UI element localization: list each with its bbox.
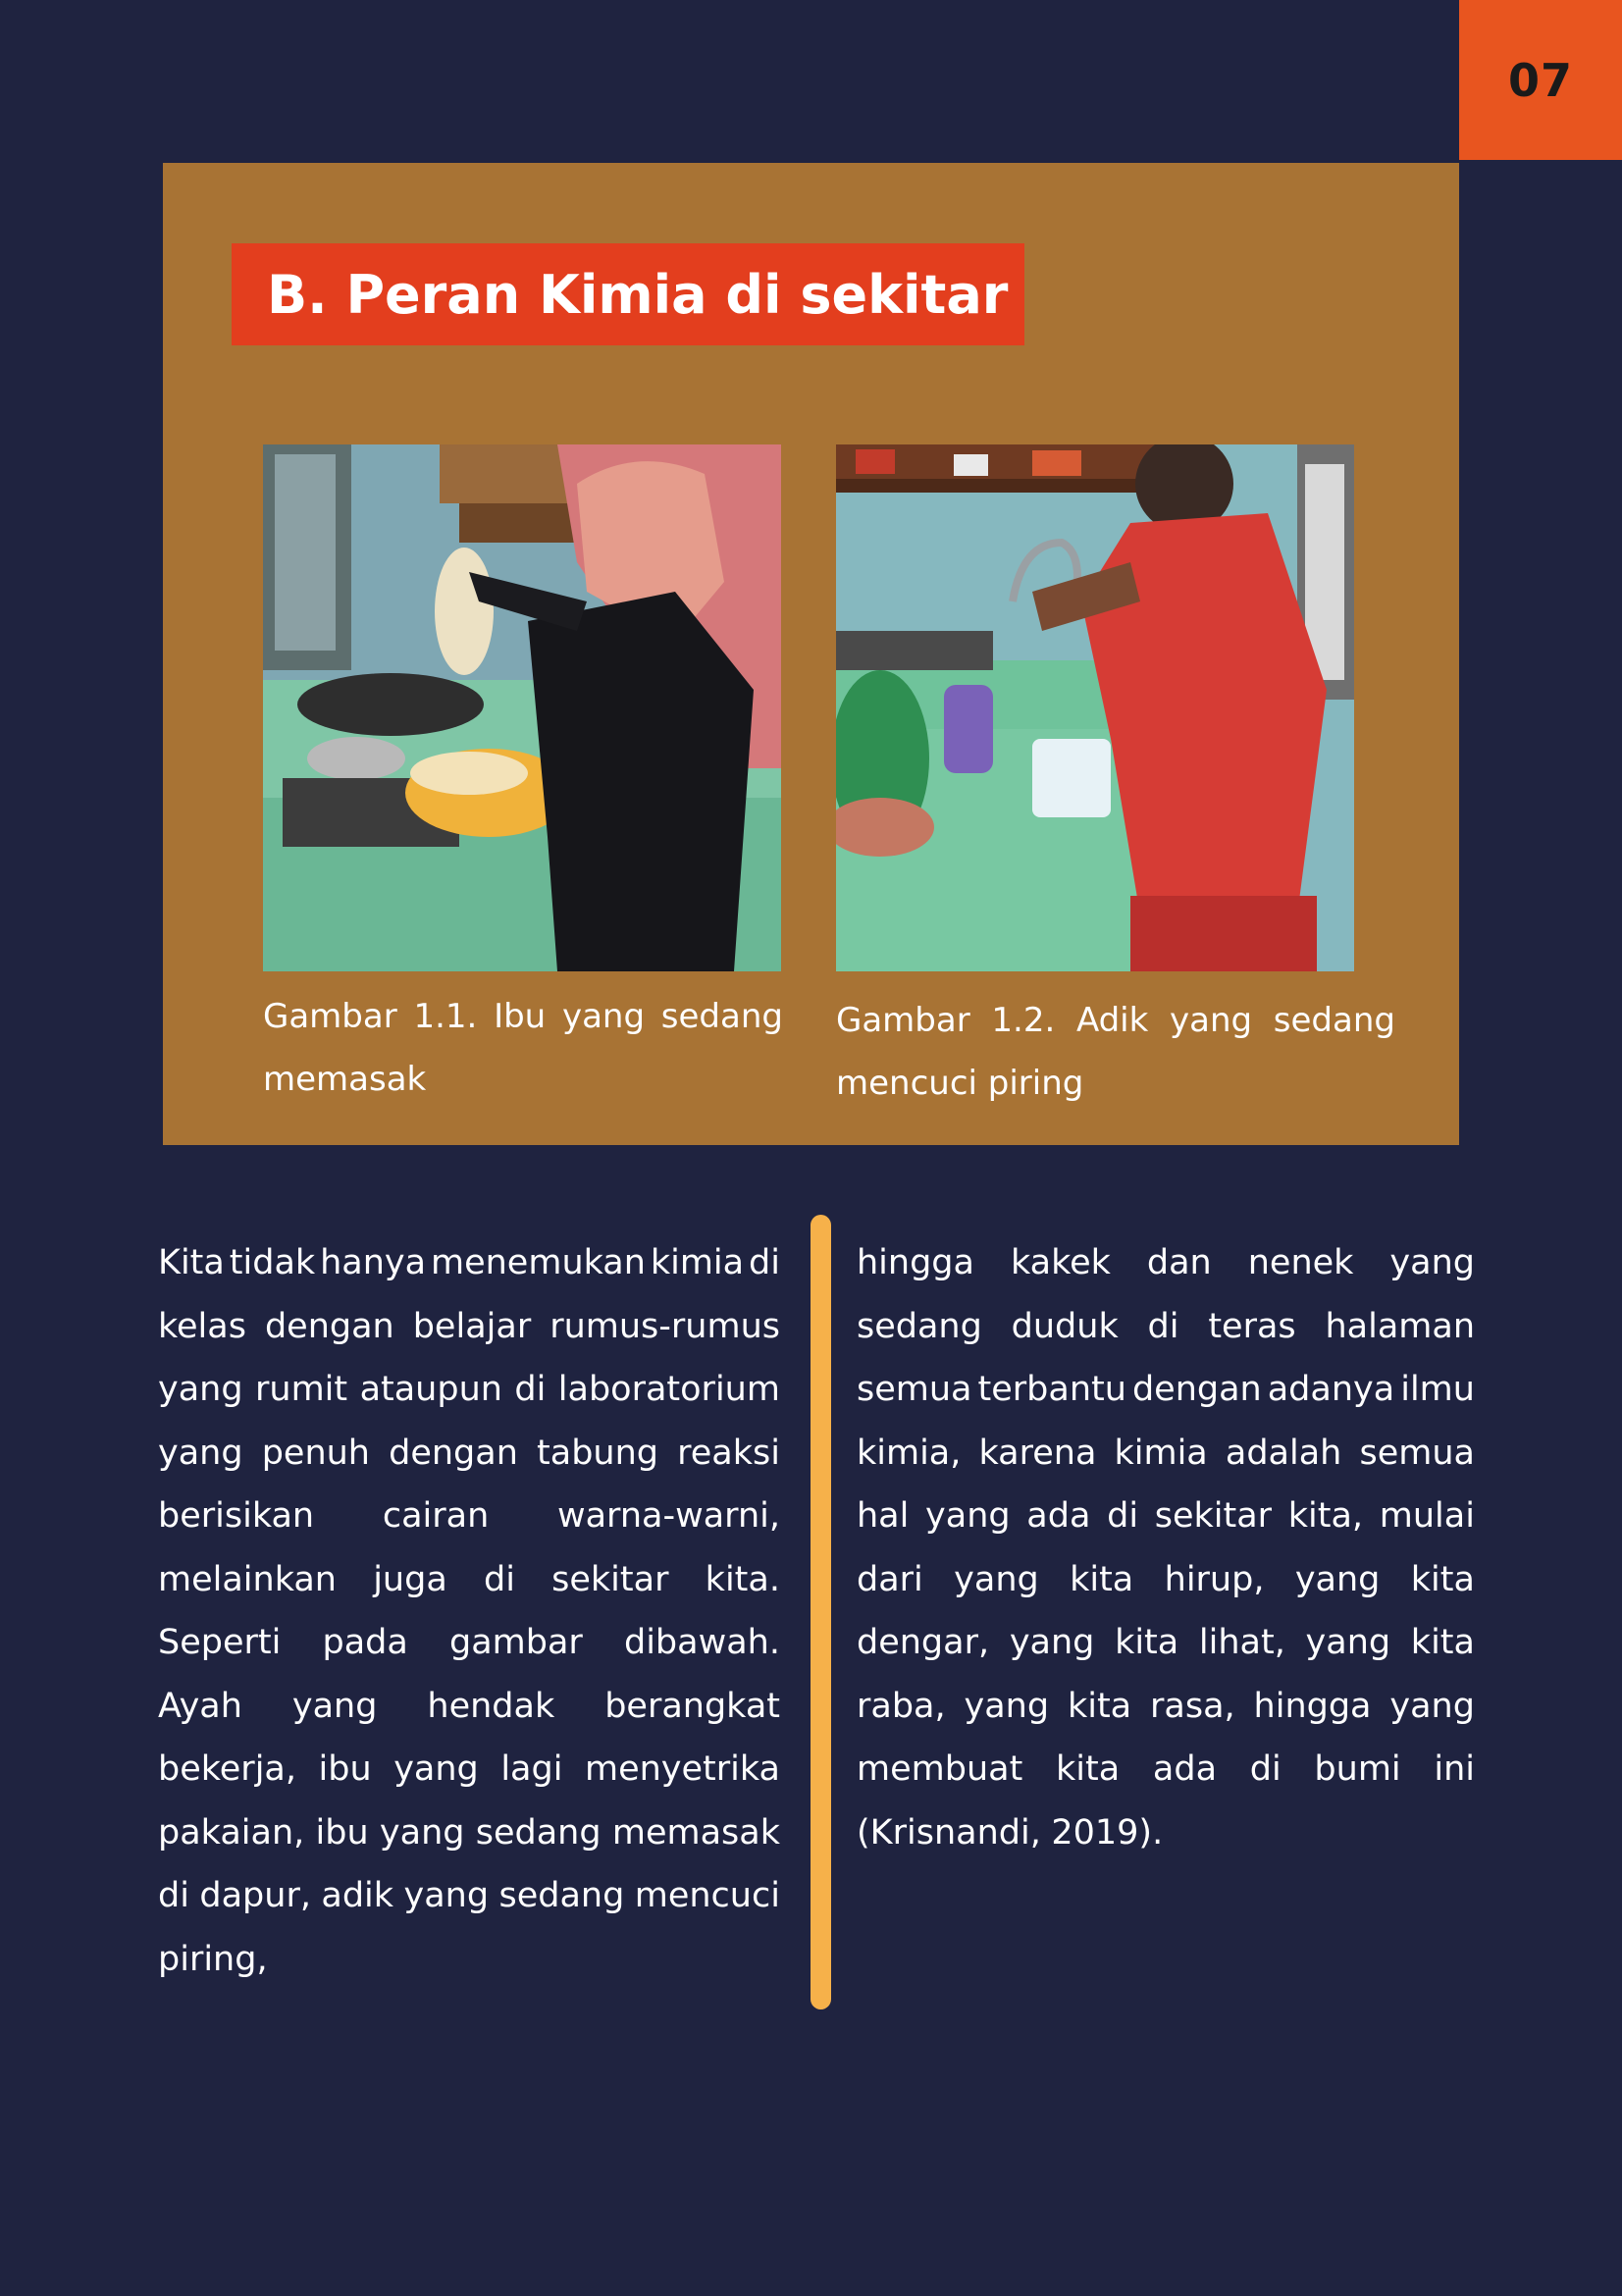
body-text-line: semua terbantu dengan adanya ilmu: [857, 1370, 1475, 1409]
figure-caption-2-line1: Gambar 1.2. Adik yang sedang: [836, 989, 1395, 1052]
figure-caption-2: Gambar 1.2. Adik yang sedang mencuci pir…: [836, 989, 1395, 1115]
body-text-line: piring,: [158, 1939, 268, 1979]
body-text-line: hingga kakek dan nenek yang: [857, 1243, 1475, 1282]
figure-caption-1: Gambar 1.1. Ibu yang sedang memasak: [263, 985, 783, 1111]
body-text-line: kelas dengan belajar rumus-rumus: [158, 1306, 780, 1346]
body-text-line: dari yang kita hirup, yang kita: [857, 1559, 1475, 1599]
figure-caption-1-line1: Gambar 1.1. Ibu yang sedang: [263, 985, 783, 1048]
caption-word: Ibu: [494, 997, 547, 1036]
body-text-line: hal yang ada di sekitar kita, mulai: [857, 1496, 1475, 1536]
photo-mother-cooking-image: [263, 444, 781, 971]
body-text-line: sedang duduk di teras halaman: [857, 1306, 1475, 1346]
column-divider: [811, 1215, 831, 2009]
figure-caption-1-line2: memasak: [263, 1060, 427, 1099]
body-text-line: Ayah yang hendak berangkat: [158, 1686, 780, 1726]
body-text-line: Seperti pada gambar dibawah.: [158, 1623, 780, 1662]
caption-word: Gambar: [263, 997, 397, 1036]
caption-word: sedang: [660, 997, 783, 1036]
caption-word: 1.2.: [991, 1001, 1056, 1040]
section-heading: B. Peran Kimia di sekitar: [267, 263, 1009, 326]
photo-child-washing-dishes: [836, 444, 1354, 971]
photo-child-washing-dishes-image: [836, 444, 1354, 971]
page-number: 07: [1507, 53, 1573, 107]
figure-caption-2-line2: mencuci piring: [836, 1064, 1084, 1103]
body-text-line: (Krisnandi, 2019).: [857, 1812, 1164, 1852]
body-text-line: yang penuh dengan tabung reaksi: [158, 1433, 780, 1473]
body-text-line: melainkan juga di sekitar kita.: [158, 1559, 780, 1599]
photo-mother-cooking: [263, 444, 781, 971]
body-text-line: dengar, yang kita lihat, yang kita: [857, 1623, 1475, 1662]
body-text-line: membuat kita ada di bumi ini: [857, 1749, 1475, 1789]
body-text-line: kimia, karena kimia adalah semua: [857, 1433, 1475, 1473]
figure-panel: B. Peran Kimia di sekitar Gambar 1.1. Ib…: [163, 163, 1459, 1145]
body-text-line: pakaian, ibu yang sedang memasak: [158, 1812, 780, 1852]
body-text-line: bekerja, ibu yang lagi menyetrika: [158, 1749, 780, 1789]
body-text-line: di dapur, adik yang sedang mencuci: [158, 1876, 780, 1915]
body-text-line: raba, yang kita rasa, hingga yang: [857, 1686, 1475, 1726]
body-text-left-column: Kita tidak hanya menemukan kimia di kelas denga…: [158, 1231, 780, 1991]
body-text-line: yang rumit ataupun di laboratorium: [158, 1370, 780, 1409]
caption-word: sedang: [1273, 1001, 1395, 1040]
caption-word: Gambar: [836, 1001, 970, 1040]
caption-word: 1.1.: [413, 997, 478, 1036]
caption-word: Adik: [1075, 1001, 1149, 1040]
body-text-line: berisikan cairan warna-warni,: [158, 1496, 780, 1536]
body-text-right-column: hingga kakek dan nenek yang sedang duduk di tera…: [857, 1231, 1475, 1864]
body-text-line: Kita tidak hanya menemukan kimia di: [158, 1243, 780, 1282]
page-number-box: 07: [1459, 0, 1622, 160]
caption-word: yang: [1170, 1001, 1253, 1040]
section-heading-box: B. Peran Kimia di sekitar: [232, 243, 1024, 345]
caption-word: yang: [561, 997, 646, 1036]
